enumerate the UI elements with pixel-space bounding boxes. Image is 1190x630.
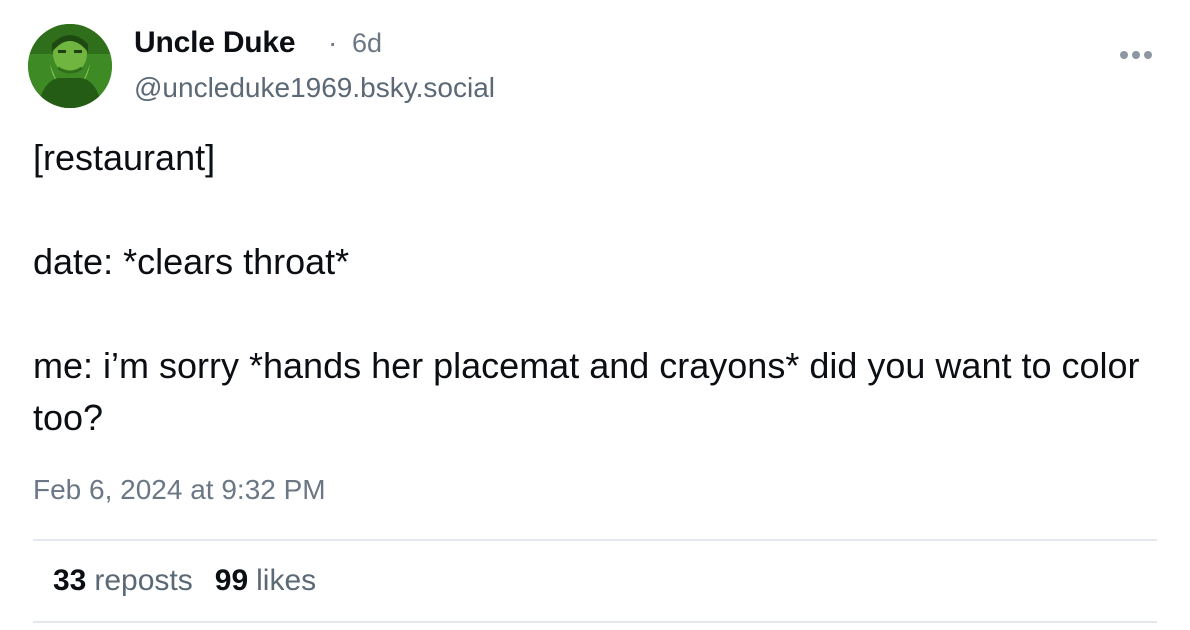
author-display-name[interactable]: Uncle Duke <box>134 26 296 60</box>
post-age[interactable]: 6d <box>352 28 382 59</box>
more-options-button[interactable] <box>1114 40 1158 70</box>
post-line: [restaurant] <box>33 137 216 178</box>
post-body: [restaurant] date: *clears throat* me: i… <box>33 132 1153 444</box>
avatar[interactable] <box>28 24 112 108</box>
avatar-image <box>28 24 112 108</box>
reposts-stat[interactable]: 33 reposts <box>53 564 193 598</box>
divider <box>33 539 1157 541</box>
reposts-label: reposts <box>94 564 193 597</box>
more-horizontal-icon-dot <box>1144 51 1152 59</box>
more-horizontal-icon <box>1120 51 1128 59</box>
engagement-stats: 33 reposts 99 likes <box>53 564 316 598</box>
likes-label: likes <box>256 564 317 597</box>
author-handle[interactable]: @uncleduke1969.bsky.social <box>134 72 495 104</box>
likes-stat[interactable]: 99 likes <box>215 564 316 598</box>
separator-dot: · <box>328 27 338 58</box>
post-line: date: *clears throat* <box>33 241 350 282</box>
more-horizontal-icon-dot <box>1132 51 1140 59</box>
post-card: Uncle Duke · 6d @uncleduke1969.bsky.soci… <box>0 0 1190 630</box>
reposts-count: 33 <box>53 564 87 597</box>
divider <box>33 621 1157 623</box>
likes-count: 99 <box>214 564 249 597</box>
post-timestamp: Feb 6, 2024 at 9:32 PM <box>33 474 326 505</box>
post-line: me: i’m sorry *hands her placemat and cr… <box>33 345 1140 438</box>
